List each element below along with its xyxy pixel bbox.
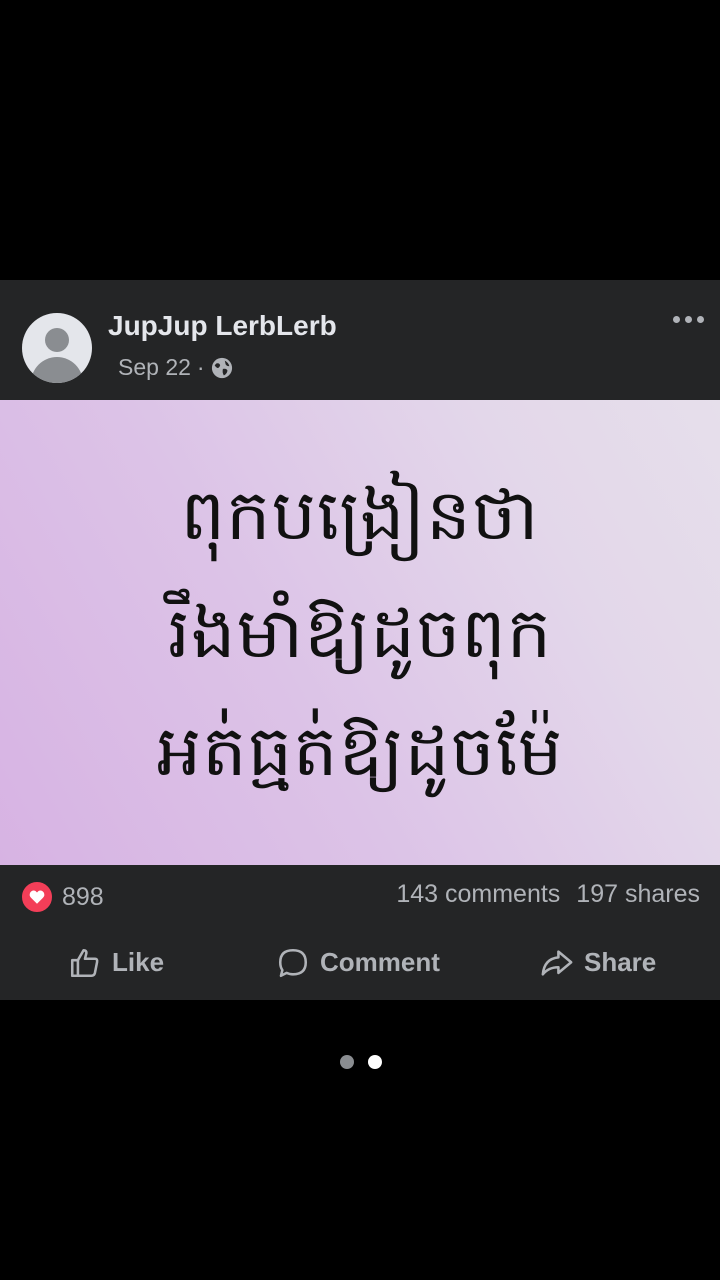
action-bar: Like Comment Share xyxy=(0,925,720,1000)
shares-count[interactable]: 197 shares xyxy=(576,880,700,909)
post-card: JupJup LerbLerb Sep 22 · ពុកបង្រៀនថា រឹង… xyxy=(0,280,720,1000)
more-dot xyxy=(673,316,680,323)
image-text-line: រឹងមាំឱ្យដូចពុក xyxy=(167,591,553,674)
comments-count[interactable]: 143 comments xyxy=(396,880,560,909)
share-arrow-icon xyxy=(541,949,573,976)
avatar-head xyxy=(45,328,69,352)
comment-button[interactable]: Comment xyxy=(276,925,440,1000)
meta-separator: · xyxy=(196,354,205,380)
reactions-summary[interactable]: 898 xyxy=(20,880,104,914)
avatar[interactable] xyxy=(22,313,92,383)
carousel-indicator xyxy=(340,1055,382,1069)
share-button[interactable]: Share xyxy=(540,925,656,1000)
more-dot xyxy=(697,316,704,323)
post-header: JupJup LerbLerb Sep 22 · xyxy=(0,280,720,400)
post-stats: 898 143 comments 197 shares xyxy=(0,865,720,925)
image-text-line: អត់ធ្មត់ឱ្យដូចម៉ែ xyxy=(156,709,564,792)
comment-icon xyxy=(278,948,308,977)
carousel-dot-active[interactable] xyxy=(368,1055,382,1069)
author-name[interactable]: JupJup LerbLerb xyxy=(108,310,337,342)
like-label: Like xyxy=(112,947,165,977)
image-text-line: ពុកបង្រៀនថា xyxy=(180,473,540,556)
engagement-counts: 143 comments 197 shares xyxy=(396,880,700,909)
reaction-count: 898 xyxy=(62,882,104,911)
post-date[interactable]: Sep 22 xyxy=(118,354,191,381)
post-image[interactable]: ពុកបង្រៀនថា រឹងមាំឱ្យដូចពុក អត់ធ្មត់ឱ្យដ… xyxy=(0,400,720,865)
globe-icon xyxy=(211,357,232,378)
avatar-body xyxy=(31,357,83,383)
carousel-dot[interactable] xyxy=(340,1055,354,1069)
more-horizontal-icon[interactable] xyxy=(673,316,704,323)
comment-label: Comment xyxy=(320,947,440,977)
share-label: Share xyxy=(584,947,657,977)
more-dot xyxy=(685,316,692,323)
post-meta: Sep 22 · xyxy=(118,354,233,381)
like-button[interactable]: Like xyxy=(68,925,164,1000)
thumbs-up-icon xyxy=(70,948,99,977)
love-reaction-icon xyxy=(20,880,54,914)
